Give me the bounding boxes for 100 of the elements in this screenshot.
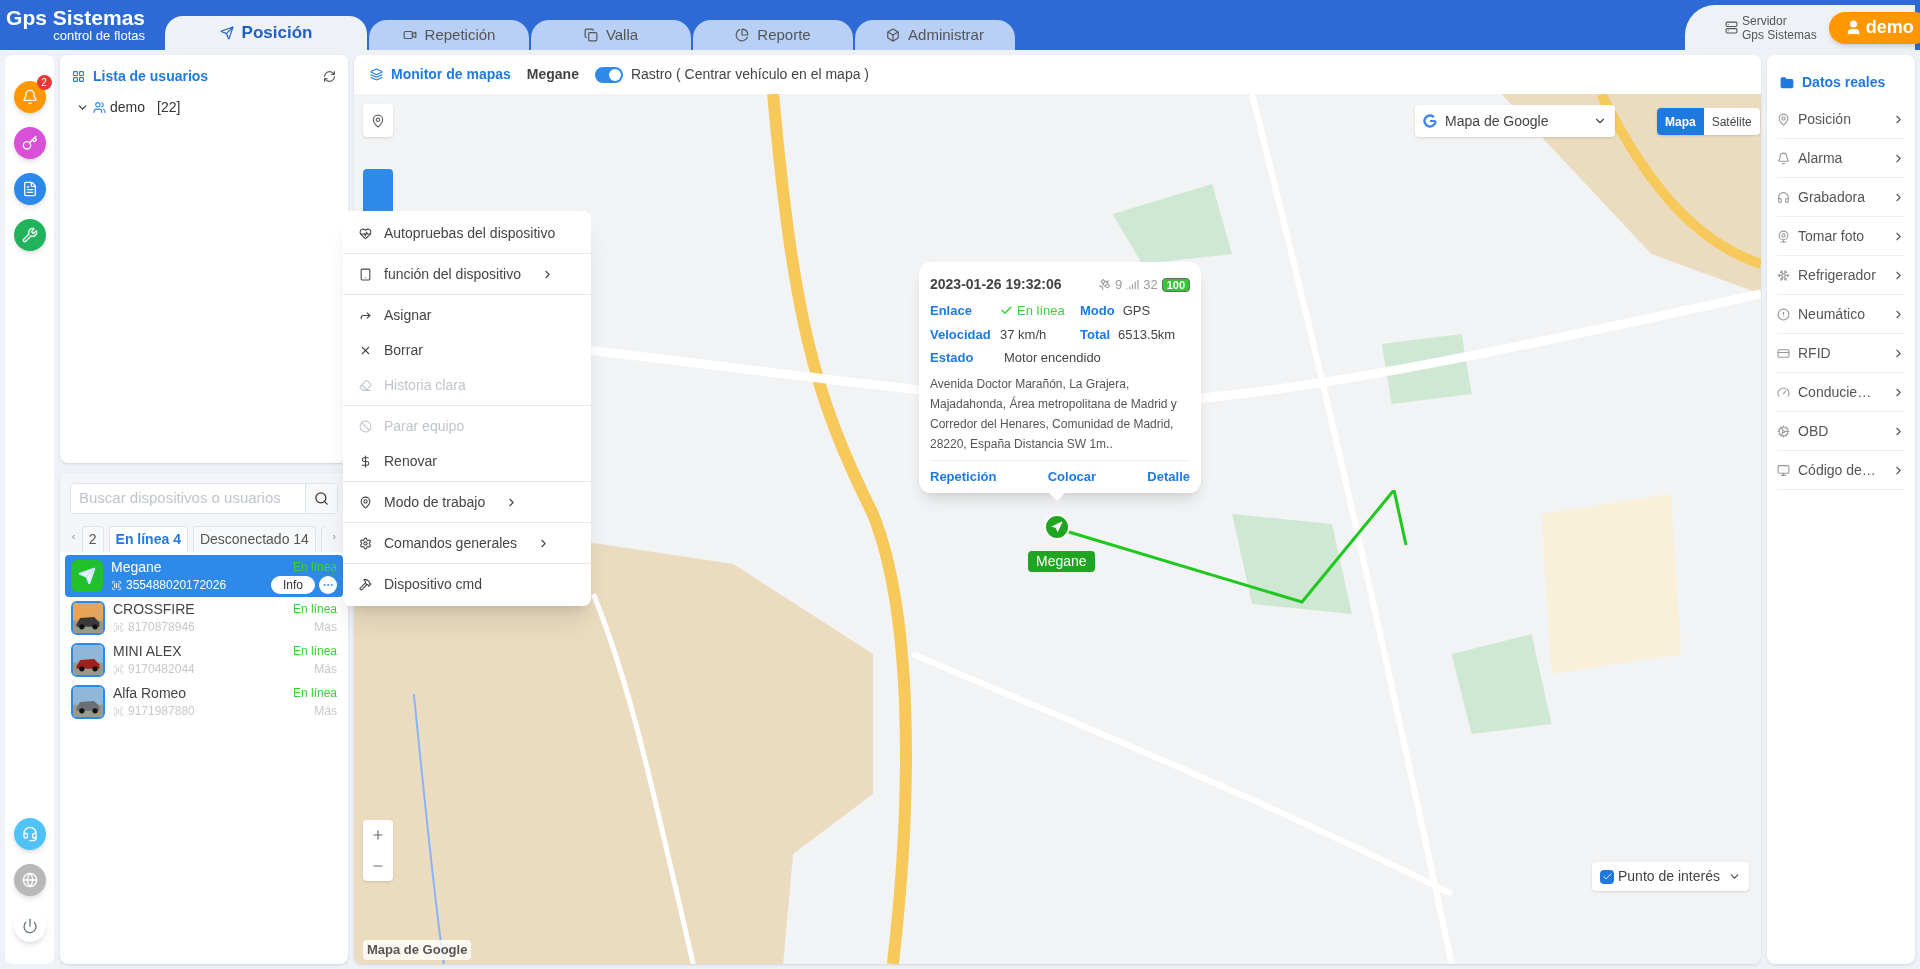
barcode-icon: [113, 663, 124, 675]
data-menu-item[interactable]: Alarma: [1777, 139, 1905, 178]
menu-item[interactable]: Borrar: [343, 335, 591, 365]
grid-icon: [72, 69, 85, 83]
nav-tab[interactable]: Posición: [165, 16, 367, 50]
menu-item[interactable]: función del dispositivo: [343, 259, 591, 289]
rail-button[interactable]: [13, 910, 46, 942]
menu-item[interactable]: Dispositivo cmd: [343, 569, 591, 599]
popup-action-link[interactable]: Colocar: [1047, 466, 1097, 487]
status-tab[interactable]: En línea 4: [108, 526, 188, 552]
pin-icon: [371, 113, 385, 128]
pin-icon: [1777, 112, 1790, 126]
dollar-icon: [359, 454, 372, 468]
vehicle-name: Megane: [526, 65, 579, 84]
data-menu-item[interactable]: Grabadora: [1777, 178, 1905, 217]
bell-icon: [1777, 151, 1790, 165]
refresh-icon[interactable]: [323, 69, 336, 83]
data-menu-item[interactable]: OBD: [1777, 412, 1905, 451]
barcode-icon: [113, 705, 124, 717]
panel-title: Datos reales: [1802, 73, 1886, 92]
map-type-select[interactable]: Mapa de Google: [1415, 105, 1615, 137]
layers-icon: [370, 68, 383, 81]
signal-strength: 32: [1143, 275, 1158, 294]
trace-switch[interactable]: [594, 66, 623, 83]
bell-icon: [21, 89, 38, 105]
device-row[interactable]: Megane 355488020172026 En línea Info: [65, 555, 343, 597]
data-menu-item[interactable]: RFID: [1777, 334, 1905, 373]
nav-tab[interactable]: Administrar: [855, 20, 1015, 50]
nav-tab[interactable]: Valla: [531, 20, 691, 50]
data-menu-item[interactable]: Posición: [1777, 100, 1905, 139]
user-group[interactable]: demo: [110, 97, 146, 118]
navigation-arrow-icon: [1051, 521, 1063, 533]
map-attribution: Mapa de Google: [363, 940, 472, 960]
status-tab[interactable]: Desconectado 14: [192, 526, 316, 552]
data-menu-item[interactable]: Neumático: [1777, 295, 1905, 334]
rail-button[interactable]: [13, 818, 46, 850]
google-icon: [1423, 114, 1437, 128]
key-icon: [21, 135, 38, 151]
search-field[interactable]: Buscar dispositivos o usuarios: [70, 483, 338, 514]
trace-label: Rastro ( Centrar vehículo en el mapa ): [630, 65, 870, 84]
search-icon[interactable]: [314, 491, 329, 506]
status-tab[interactable]: 2: [81, 526, 104, 552]
logo-title: Gps Sistemas: [6, 7, 145, 29]
nav-tab[interactable]: Reporte: [693, 20, 853, 50]
field-label: Enlace: [930, 302, 973, 320]
support-icon: [21, 826, 38, 842]
menu-item[interactable]: Renovar: [343, 446, 591, 476]
device-status: En línea: [292, 559, 337, 576]
rail-button[interactable]: [13, 864, 46, 896]
data-menu-item[interactable]: Conducie…: [1777, 373, 1905, 412]
marker-label: Megane: [1028, 551, 1095, 572]
device-name: Alfa Romeo: [113, 684, 188, 702]
video-icon: [402, 28, 417, 42]
view-toggle[interactable]: Mapa: [1657, 108, 1704, 135]
gauge-icon: [1777, 385, 1790, 399]
field-label: Modo: [1080, 302, 1115, 320]
satellite-icon: [1097, 278, 1111, 291]
nav-tab[interactable]: Repetición: [369, 20, 529, 50]
alert-icon: [1777, 307, 1790, 321]
info-button[interactable]: Info: [271, 576, 315, 594]
data-menu-item[interactable]: Tomar foto: [1777, 217, 1905, 256]
rail-button[interactable]: [13, 127, 46, 159]
view-toggle[interactable]: Satélite: [1703, 108, 1760, 135]
signal-icon: [1126, 278, 1140, 291]
popup-action-link[interactable]: Repetición: [930, 466, 997, 487]
folder-icon: [1780, 75, 1794, 90]
app-icon: [71, 560, 103, 592]
menu-item[interactable]: Asignar: [343, 300, 591, 330]
popup-datetime: 2023-01-26 19:32:06: [930, 275, 1062, 294]
device-name: CROSSFIRE: [113, 600, 196, 618]
pie-chart-icon: [735, 28, 750, 42]
field-value: GPS: [1122, 302, 1151, 320]
power-icon: [21, 918, 38, 934]
server-name: Gps Sistemas: [1742, 27, 1817, 42]
data-menu-item[interactable]: Código de…: [1777, 451, 1905, 490]
more-button[interactable]: [319, 576, 337, 594]
menu-item[interactable]: Modo de trabajo: [343, 487, 591, 517]
popup-address: Avenida Doctor Marañón, La Grajera, Majadahonda, Área metropolitana de Madrid y Corredor del Henares, Comunidad de Madrid, 28220, España Distancia SW 1m..: [930, 373, 1190, 461]
tools-icon: [359, 577, 372, 591]
tablet-icon: [359, 267, 372, 281]
rail-button[interactable]: [13, 219, 46, 251]
popup-action-link[interactable]: Detalle: [1147, 466, 1190, 487]
menu-item[interactable]: Comandos generales: [343, 528, 591, 558]
device-name: Megane: [111, 558, 163, 576]
heart-pulse-icon: [359, 226, 372, 240]
zoom-in-icon[interactable]: [371, 828, 385, 843]
poi-checkbox[interactable]: [1600, 869, 1614, 884]
device-status: En línea: [292, 601, 337, 618]
document-icon: [21, 181, 38, 197]
rail-button[interactable]: [13, 173, 46, 205]
monitor-icon: [1777, 463, 1790, 477]
poi-toggle[interactable]: Punto de interés: [1592, 862, 1749, 891]
locate-button[interactable]: [363, 104, 393, 137]
menu-item[interactable]: Autopruebas del dispositivo: [343, 218, 591, 248]
field-value: En línea: [1017, 302, 1065, 320]
device-status: En línea: [292, 685, 337, 702]
panel-title: Monitor de mapas: [391, 65, 511, 84]
data-menu-item[interactable]: Refrigerador: [1777, 256, 1905, 295]
device-name: MINI ALEX: [113, 642, 183, 660]
logo-subtitle: control de flotas: [53, 29, 145, 43]
